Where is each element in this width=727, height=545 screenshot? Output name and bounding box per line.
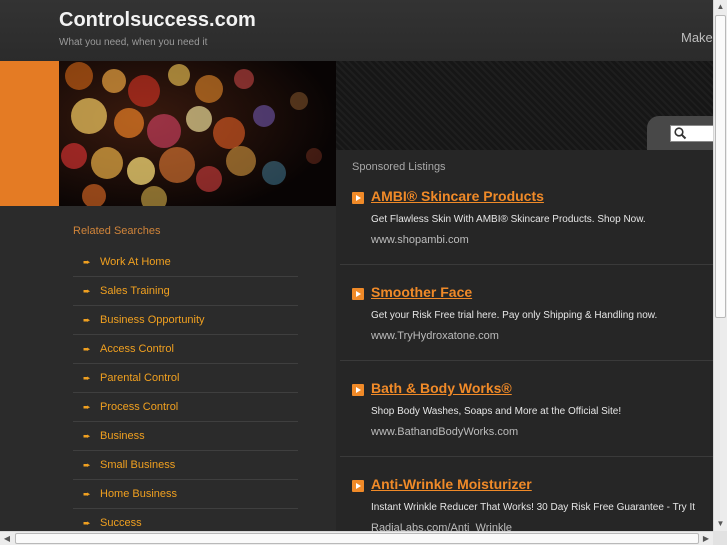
scroll-up-arrow-icon[interactable]: ▲ — [714, 0, 727, 14]
arrow-bullet-icon — [352, 480, 364, 492]
listing-url-link[interactable]: www.TryHydroxatone.com — [371, 330, 499, 342]
sponsored-listing: Anti-Wrinkle Moisturizer Instant Wrinkle… — [336, 438, 713, 534]
related-search-link[interactable]: Sales Training — [100, 285, 170, 297]
make-link[interactable]: Make — [681, 30, 713, 45]
related-search-link[interactable]: Access Control — [100, 343, 174, 355]
pointing-hand-icon: ➨ — [83, 372, 91, 383]
pointing-hand-icon: ➨ — [83, 401, 91, 412]
vertical-scroll-thumb[interactable] — [715, 15, 726, 318]
related-searches-heading: Related Searches — [73, 225, 161, 237]
related-search-item[interactable]: ➨ Access Control — [73, 335, 298, 364]
related-search-item[interactable]: ➨ Home Business — [73, 480, 298, 509]
listing-title-link[interactable]: Smoother Face — [371, 284, 472, 300]
listing-url-link[interactable]: www.shopambi.com — [371, 234, 469, 246]
sponsored-listing: AMBI® Skincare Products Get Flawless Ski… — [336, 150, 713, 265]
pointing-hand-icon: ➨ — [83, 256, 91, 267]
pointing-hand-icon: ➨ — [83, 488, 91, 499]
listing-title-link[interactable]: Anti-Wrinkle Moisturizer — [371, 476, 532, 492]
listing-description: Get your Risk Free trial here. Pay only … — [371, 310, 658, 321]
related-search-item[interactable]: ➨ Parental Control — [73, 364, 298, 393]
pointing-hand-icon: ➨ — [83, 285, 91, 296]
search-icon[interactable] — [673, 126, 687, 140]
pointing-hand-icon: ➨ — [83, 314, 91, 325]
related-search-link[interactable]: Small Business — [100, 459, 175, 471]
related-search-item[interactable]: ➨ Sales Training — [73, 277, 298, 306]
pointing-hand-icon: ➨ — [83, 343, 91, 354]
related-search-item[interactable]: ➨ Process Control — [73, 393, 298, 422]
listing-description: Get Flawless Skin With AMBI® Skincare Pr… — [371, 214, 646, 225]
scroll-right-arrow-icon[interactable]: ▶ — [699, 532, 713, 545]
related-search-link[interactable]: Parental Control — [100, 372, 180, 384]
listing-title-link[interactable]: Bath & Body Works® — [371, 380, 512, 396]
horizontal-scrollbar[interactable]: ◀ ▶ — [0, 531, 713, 545]
related-search-link[interactable]: Home Business — [100, 488, 177, 500]
site-title[interactable]: Controlsuccess.com — [59, 9, 256, 32]
related-search-link[interactable]: Business — [100, 430, 145, 442]
sponsored-listing: Smoother Face Get your Risk Free trial h… — [336, 246, 713, 361]
pointing-hand-icon: ➨ — [83, 459, 91, 470]
related-search-item[interactable]: ➨ Business Opportunity — [73, 306, 298, 335]
site-tagline: What you need, when you need it — [59, 37, 208, 48]
pointing-hand-icon: ➨ — [83, 430, 91, 441]
scroll-down-arrow-icon[interactable]: ▼ — [714, 517, 727, 531]
listing-description: Shop Body Washes, Soaps and More at the … — [371, 406, 622, 417]
related-search-link[interactable]: Process Control — [100, 401, 178, 413]
bokeh-lights-graphic — [59, 61, 336, 206]
site-header: Controlsuccess.com What you need, when y… — [0, 0, 713, 61]
sponsored-listings-panel: Sponsored Listings AMBI® Skincare Produc… — [336, 150, 713, 540]
horizontal-scroll-thumb[interactable] — [15, 533, 699, 544]
bokeh-lights-banner-image — [59, 61, 336, 206]
scroll-left-arrow-icon[interactable]: ◀ — [0, 532, 14, 545]
listing-title-link[interactable]: AMBI® Skincare Products — [371, 188, 544, 204]
arrow-bullet-icon — [352, 384, 364, 396]
orange-accent-strip — [0, 61, 59, 206]
arrow-bullet-icon — [352, 288, 364, 300]
related-search-link[interactable]: Work At Home — [100, 256, 171, 268]
listing-description: Instant Wrinkle Reducer That Works! 30 D… — [371, 502, 696, 513]
related-searches-list: ➨ Work At Home ➨ Sales Training ➨ Business … — [73, 248, 298, 538]
vertical-scrollbar[interactable]: ▲ ▼ — [713, 0, 727, 531]
related-search-item[interactable]: ➨ Business — [73, 422, 298, 451]
related-search-link[interactable]: Business Opportunity — [100, 314, 205, 326]
related-search-link[interactable]: Success — [100, 517, 142, 529]
listing-url-link[interactable]: www.BathandBodyWorks.com — [371, 426, 518, 438]
sponsored-listing: Bath & Body Works® Shop Body Washes, Soa… — [336, 342, 713, 457]
related-search-item[interactable]: ➨ Small Business — [73, 451, 298, 480]
arrow-bullet-icon — [352, 192, 364, 204]
pointing-hand-icon: ➨ — [83, 517, 91, 528]
scrollbar-corner — [713, 531, 727, 545]
related-search-item[interactable]: ➨ Work At Home — [73, 248, 298, 277]
